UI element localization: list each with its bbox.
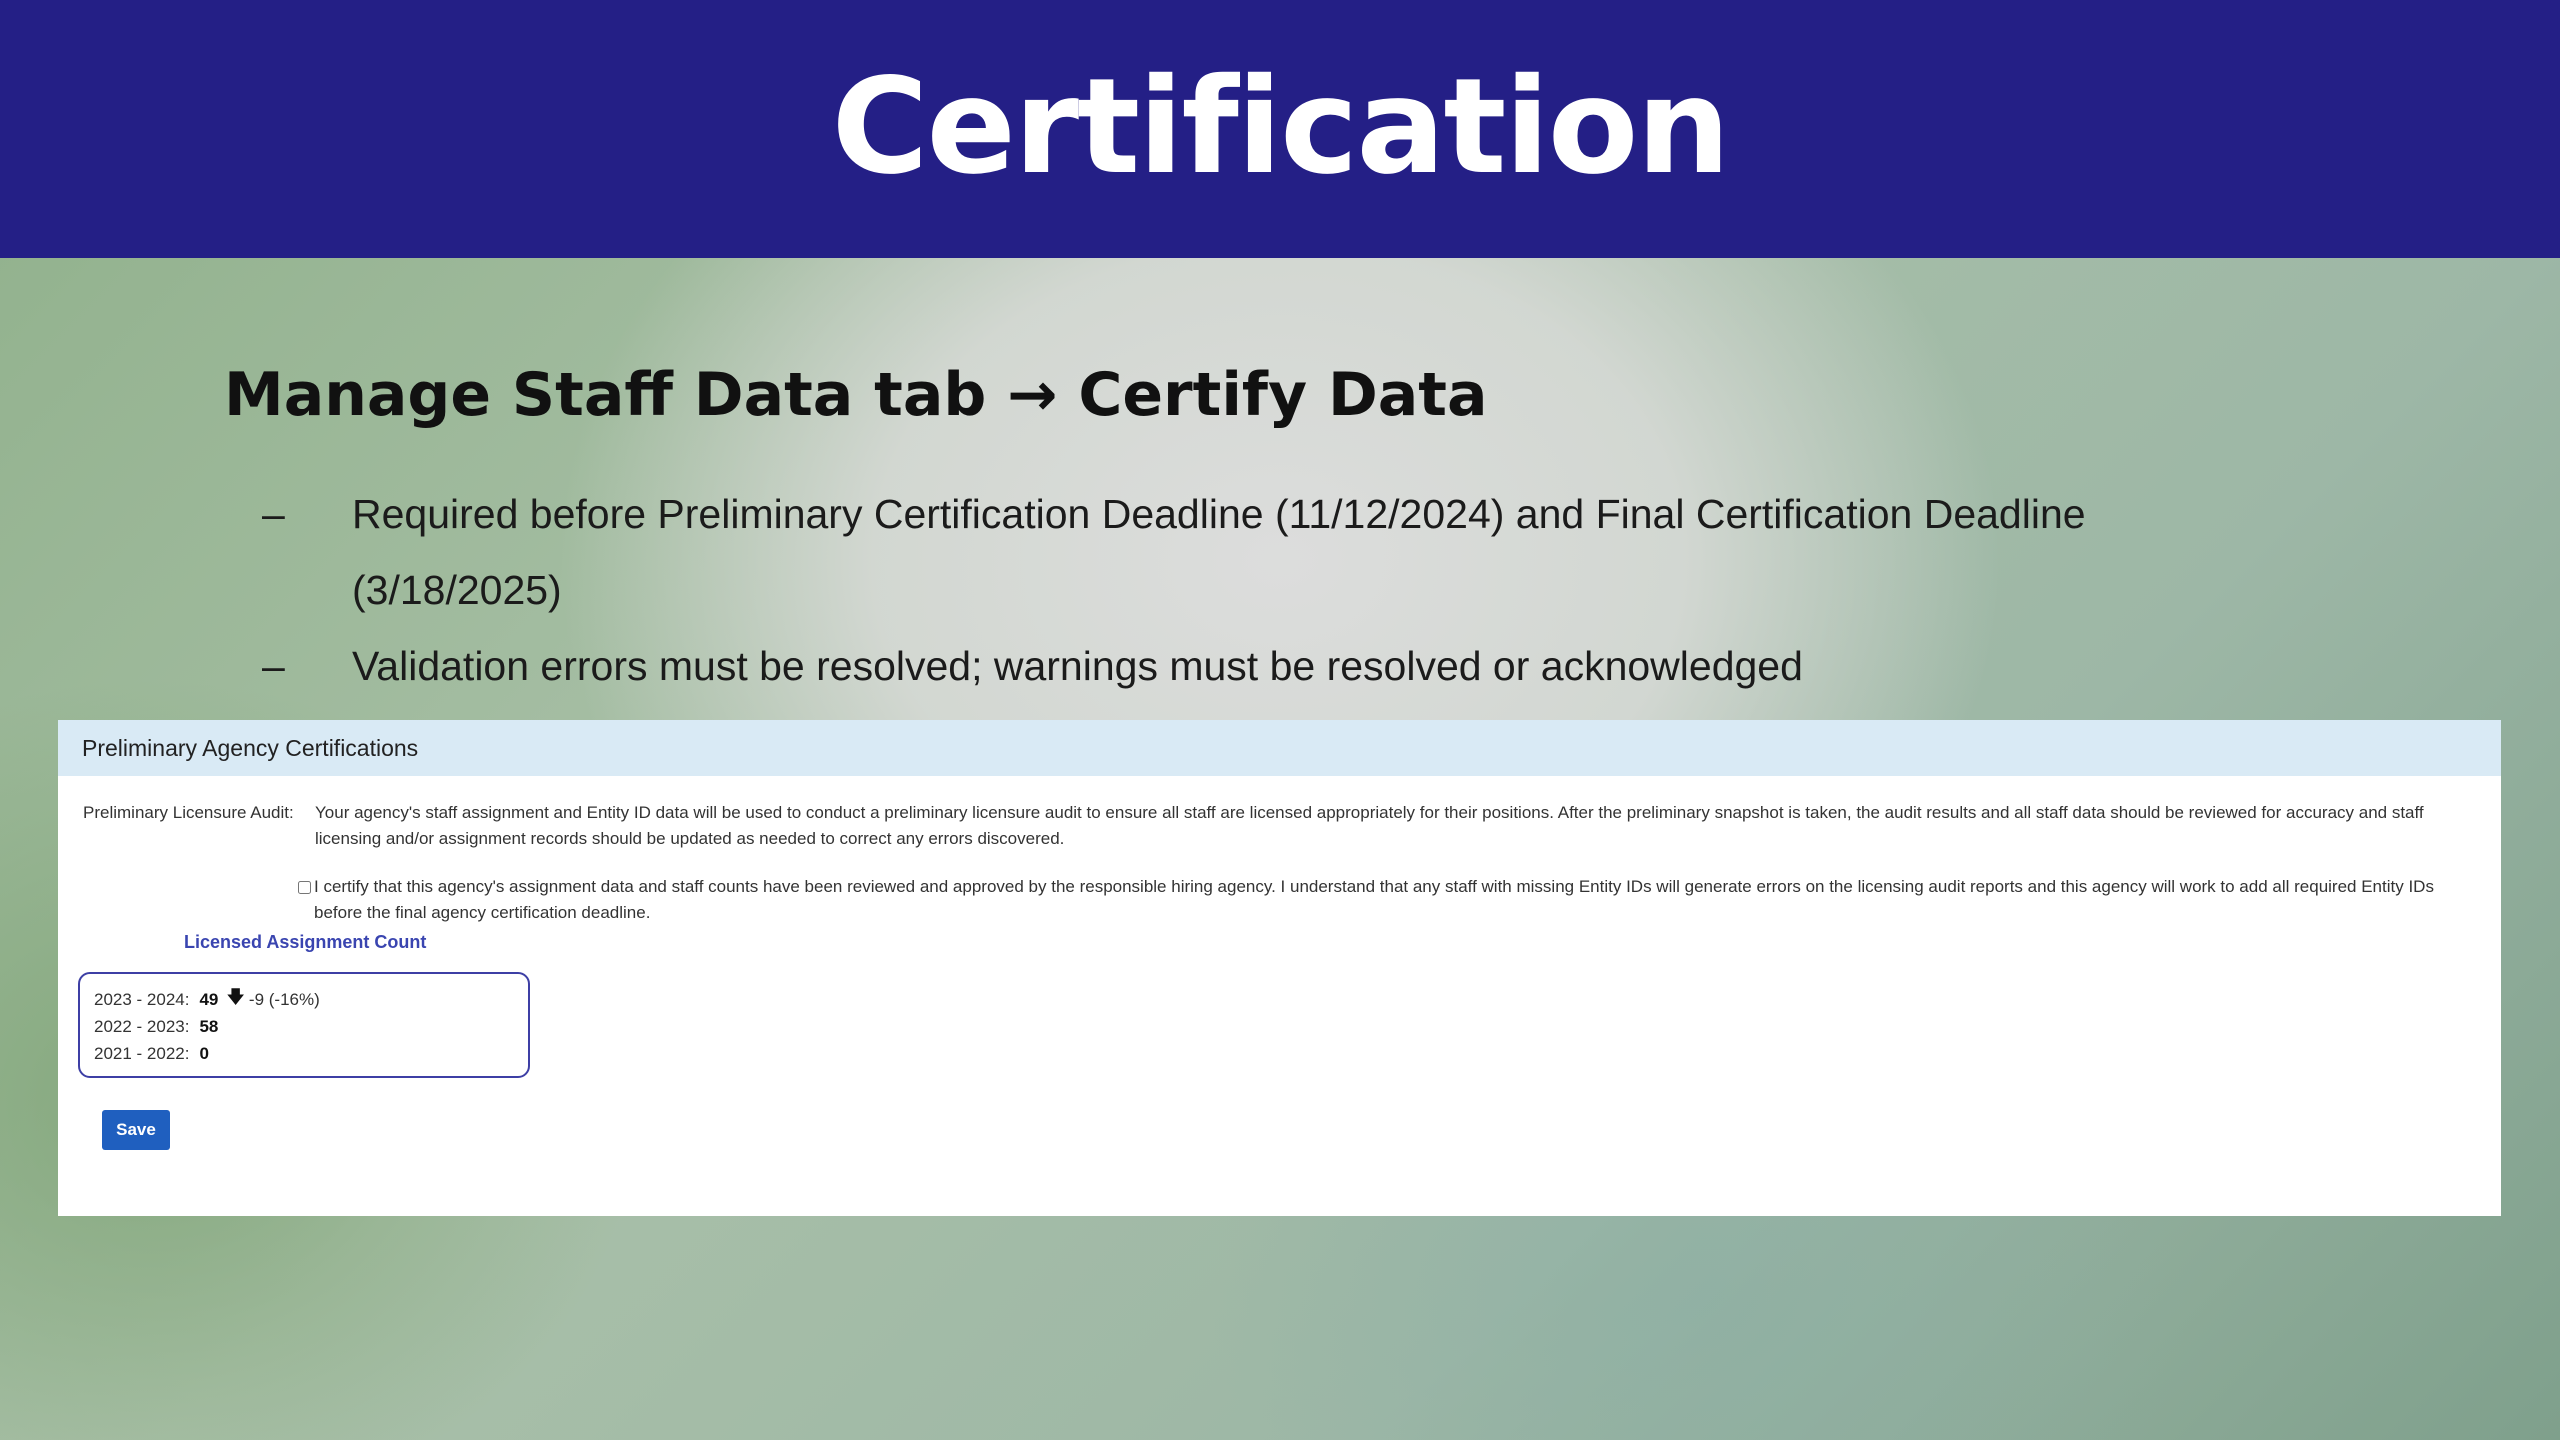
count-year: 2021 - 2022: — [94, 1043, 190, 1063]
count-year: 2023 - 2024: — [94, 989, 190, 1009]
bullet-dash: – — [262, 491, 285, 537]
licensed-assignment-count-title: Licensed Assignment Count — [184, 932, 427, 952]
count-row: 2023 - 2024: 49 🡇 -9 (-16%) — [94, 986, 528, 1013]
count-value: 49 — [199, 989, 219, 1009]
save-button[interactable]: Save — [102, 1110, 170, 1150]
count-row: 2021 - 2022: 0 — [94, 1040, 528, 1067]
bullet-dash: – — [262, 643, 285, 689]
count-change: -9 (-16%) — [248, 989, 320, 1009]
certify-text: I certify that this agency's assignment … — [314, 877, 2434, 922]
audit-label: Preliminary Licensure Audit: — [83, 803, 294, 822]
certify-checkbox[interactable] — [298, 881, 311, 894]
panel-header: Preliminary Agency Certifications — [58, 720, 2501, 776]
certification-panel: Preliminary Agency Certifications Prelim… — [58, 720, 2501, 1216]
count-value: 0 — [199, 1043, 209, 1063]
count-row: 2022 - 2023: 58 — [94, 1013, 528, 1040]
slide-subtitle: Manage Staff Data tab → Certify Data — [224, 360, 1488, 430]
bullet-text: Required before Preliminary Certificatio… — [352, 491, 2086, 613]
count-value: 58 — [199, 1016, 219, 1036]
slide-header: Certification — [0, 0, 2560, 258]
bullet-item: – Validation errors must be resolved; wa… — [262, 628, 2262, 704]
slide-title: Certification — [831, 50, 1731, 204]
bullet-list: – Required before Preliminary Certificat… — [262, 476, 2262, 704]
count-year: 2022 - 2023: — [94, 1016, 190, 1036]
bullet-text: Validation errors must be resolved; warn… — [352, 643, 1803, 689]
audit-text: Your agency's staff assignment and Entit… — [315, 803, 2424, 848]
arrow-down-icon: 🡇 — [226, 986, 245, 1007]
licensed-assignment-count-box: 2023 - 2024: 49 🡇 -9 (-16%) 2022 - 2023:… — [78, 972, 530, 1078]
bullet-item: – Required before Preliminary Certificat… — [262, 476, 2262, 628]
